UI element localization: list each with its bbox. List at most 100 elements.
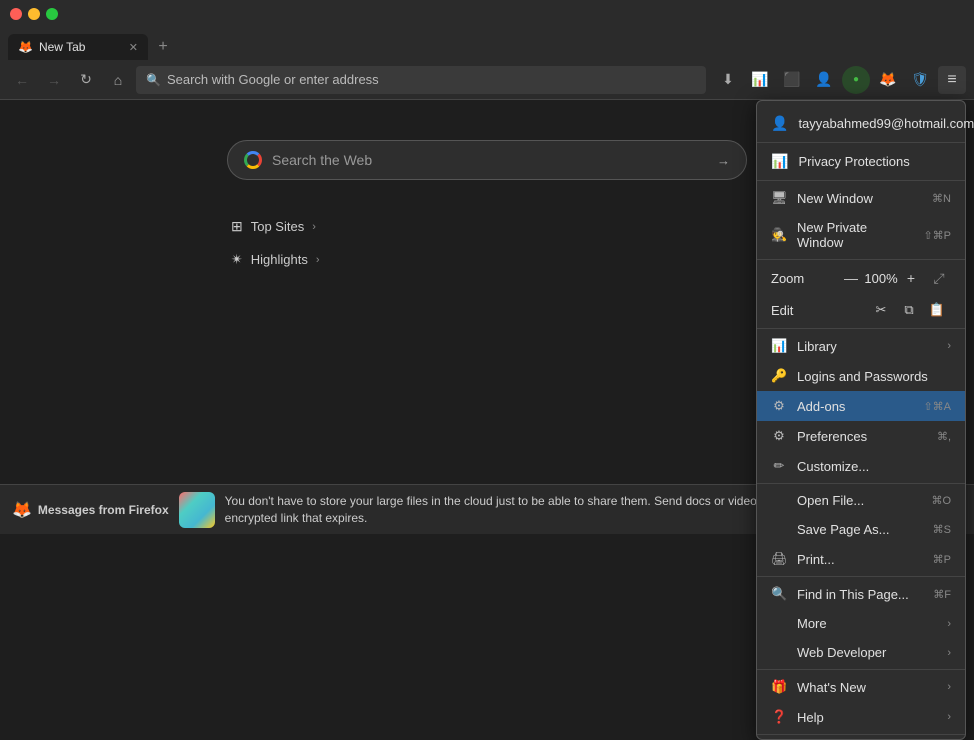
- webdev-item[interactable]: Web Developer ›: [757, 638, 965, 667]
- firefox-send-icon: [179, 492, 215, 528]
- webdev-chevron: ›: [947, 647, 951, 659]
- back-button[interactable]: ←: [8, 66, 36, 94]
- addons-label: Add-ons: [797, 399, 913, 414]
- paste-button[interactable]: 📋: [923, 298, 951, 322]
- pocket-icon-btn[interactable]: ⬛: [778, 66, 806, 94]
- menu-section-about: 🎁 What's New › ❓ Help ›: [757, 670, 965, 735]
- container-icon-btn[interactable]: 🦊: [874, 66, 902, 94]
- reload-button[interactable]: ↻: [72, 66, 100, 94]
- customize-item[interactable]: ✏ Customize...: [757, 451, 965, 481]
- active-tab[interactable]: 🦊 New Tab ✕: [8, 34, 148, 60]
- print-label: Print...: [797, 552, 923, 567]
- new-private-shortcut: ⇧⌘P: [923, 229, 951, 242]
- tab-title: New Tab: [39, 40, 85, 54]
- shield-icon-btn[interactable]: 🛡: [906, 66, 934, 94]
- new-window-shortcut: ⌘N: [932, 192, 951, 205]
- zoom-value: 100%: [863, 271, 899, 286]
- find-shortcut: ⌘F: [933, 588, 951, 601]
- help-item[interactable]: ❓ Help ›: [757, 702, 965, 732]
- forward-icon: →: [47, 72, 61, 88]
- nav-bar: ← → ↻ ⌂ 🔍 Search with Google or enter ad…: [0, 60, 974, 100]
- whatsnew-icon: 🎁: [771, 679, 787, 695]
- open-file-item[interactable]: Open File... ⌘O: [757, 486, 965, 515]
- new-window-item[interactable]: 🖥 New Window ⌘N: [757, 183, 965, 213]
- save-page-item[interactable]: Save Page As... ⌘S: [757, 515, 965, 544]
- notif-sender: Messages from Firefox: [38, 503, 169, 517]
- library-label: Library: [797, 339, 937, 354]
- library-chevron: ›: [947, 340, 951, 352]
- preferences-icon: ⚙: [771, 428, 787, 444]
- cut-button[interactable]: ✂: [867, 298, 895, 322]
- customize-label: Customize...: [797, 459, 951, 474]
- find-item[interactable]: 🔍 Find in This Page... ⌘F: [757, 579, 965, 609]
- top-sites-item[interactable]: ⊞ Top Sites ›: [227, 210, 747, 243]
- zoom-expand-button[interactable]: ⤢: [927, 266, 951, 290]
- tab-bar: 🦊 New Tab ✕ +: [0, 28, 974, 60]
- library-icon-btn[interactable]: 📊: [746, 66, 774, 94]
- zoom-plus-button[interactable]: +: [899, 266, 923, 290]
- menu-section-privacy: 📊 Privacy Protections: [757, 143, 965, 181]
- addons-item[interactable]: ⚙ Add-ons ⇧⌘A: [757, 391, 965, 421]
- edit-row: Edit ✂ ⧉ 📋: [757, 294, 965, 326]
- highlights-label: Highlights: [251, 252, 308, 267]
- user-email-label: tayyabahmed99@hotmail.com: [798, 116, 974, 131]
- menu-section-find: 🔍 Find in This Page... ⌘F More › Web Dev…: [757, 577, 965, 670]
- edit-label: Edit: [771, 303, 867, 318]
- preferences-label: Preferences: [797, 429, 927, 444]
- top-sites-label: Top Sites: [251, 219, 304, 234]
- zoom-minus-button[interactable]: —: [839, 266, 863, 290]
- notif-sender-icon: 🦊: [12, 500, 32, 520]
- highlights-icon: ✴: [231, 251, 243, 268]
- open-file-label: Open File...: [771, 493, 921, 508]
- preferences-item[interactable]: ⚙ Preferences ⌘,: [757, 421, 965, 451]
- whatsnew-item[interactable]: 🎁 What's New ›: [757, 672, 965, 702]
- webdev-label: Web Developer: [771, 645, 937, 660]
- minimize-button[interactable]: [28, 8, 40, 20]
- logins-item[interactable]: 🔑 Logins and Passwords: [757, 361, 965, 391]
- user-icon: 👤: [771, 115, 788, 132]
- new-window-icon: 🖥: [771, 190, 787, 206]
- find-label: Find in This Page...: [797, 587, 923, 602]
- menu-section-zoom: Zoom — 100% + ⤢ Edit ✂ ⧉ 📋: [757, 260, 965, 329]
- customize-icon: ✏: [771, 458, 787, 474]
- back-icon: ←: [15, 72, 29, 88]
- title-bar: [0, 0, 974, 28]
- user-account-item[interactable]: 👤 tayyabahmed99@hotmail.com ›: [757, 107, 965, 140]
- library-icon: 📊: [771, 338, 787, 354]
- menu-section-file: Open File... ⌘O Save Page As... ⌘S 🖨 Pri…: [757, 484, 965, 577]
- home-icon: ⌂: [114, 72, 122, 88]
- maximize-button[interactable]: [46, 8, 58, 20]
- tracker-icon-btn[interactable]: ●: [842, 66, 870, 94]
- reload-icon: ↻: [80, 71, 92, 88]
- address-bar[interactable]: 🔍 Search with Google or enter address: [136, 66, 706, 94]
- google-search-text: Search the Web: [272, 152, 707, 168]
- tab-favicon: 🦊: [18, 40, 33, 54]
- sync-icon-btn[interactable]: 👤: [810, 66, 838, 94]
- new-private-window-item[interactable]: 🕵 New Private Window ⇧⌘P: [757, 213, 965, 257]
- library-item[interactable]: 📊 Library ›: [757, 331, 965, 361]
- more-item[interactable]: More ›: [757, 609, 965, 638]
- menu-section-windows: 🖥 New Window ⌘N 🕵 New Private Window ⇧⌘P: [757, 181, 965, 260]
- save-page-label: Save Page As...: [771, 522, 923, 537]
- google-search-bar[interactable]: Search the Web →: [227, 140, 747, 180]
- close-button[interactable]: [10, 8, 22, 20]
- whatsnew-chevron: ›: [947, 681, 951, 693]
- forward-button[interactable]: →: [40, 66, 68, 94]
- menu-section-tools: 📊 Library › 🔑 Logins and Passwords ⚙ Add…: [757, 329, 965, 484]
- tab-close-button[interactable]: ✕: [129, 41, 138, 54]
- home-button[interactable]: ⌂: [104, 66, 132, 94]
- menu-button[interactable]: ≡: [938, 66, 966, 94]
- highlights-item[interactable]: ✴ Highlights ›: [227, 243, 747, 276]
- download-icon-btn[interactable]: ⬇: [714, 66, 742, 94]
- zoom-label: Zoom: [771, 271, 839, 286]
- print-item[interactable]: 🖨 Print... ⌘P: [757, 544, 965, 574]
- whatsnew-label: What's New: [797, 680, 937, 695]
- addons-shortcut: ⇧⌘A: [923, 400, 951, 413]
- help-icon: ❓: [771, 709, 787, 725]
- logins-label: Logins and Passwords: [797, 369, 951, 384]
- privacy-protections-item[interactable]: 📊 Privacy Protections: [757, 145, 965, 178]
- find-icon: 🔍: [771, 586, 787, 602]
- print-shortcut: ⌘P: [933, 553, 951, 566]
- copy-button[interactable]: ⧉: [895, 298, 923, 322]
- new-tab-button[interactable]: +: [150, 34, 176, 60]
